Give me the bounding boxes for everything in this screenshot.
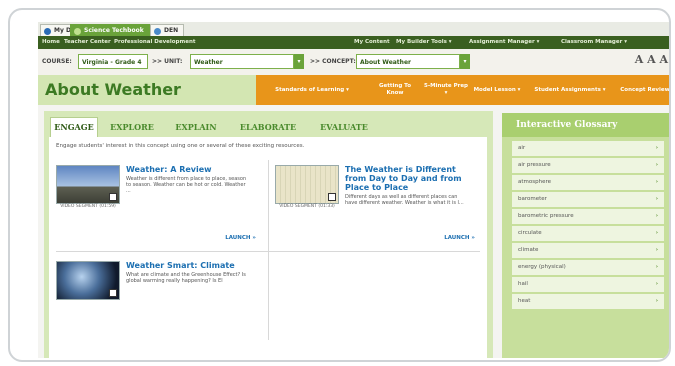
- menu-model-lesson[interactable]: Model Lesson ▾: [472, 75, 522, 105]
- tab-explain[interactable]: EXPLAIN: [166, 118, 226, 136]
- nav-professional-development[interactable]: Professional Development: [114, 36, 196, 49]
- engage-content: Engage students' interest in this concep…: [49, 137, 487, 358]
- course-selector-row: COURSE: Virginia - Grade 4 >> UNIT: Weat…: [38, 49, 669, 75]
- unit-select[interactable]: Weather: [190, 54, 294, 69]
- resource-description: What are climate and the Greenhouse Effe…: [126, 272, 246, 284]
- font-size-control[interactable]: A A A: [635, 53, 668, 66]
- page-title: About Weather: [45, 80, 181, 99]
- unit-dropdown-button[interactable]: ▾: [294, 54, 304, 69]
- chevron-right-icon: ›: [655, 145, 658, 151]
- menu-getting-to-know[interactable]: Getting To Know: [370, 75, 420, 105]
- menu-5-minute-prep[interactable]: 5-Minute Prep ▾: [422, 75, 470, 105]
- tab-evaluate[interactable]: EVALUATE: [310, 118, 378, 136]
- leaf-icon: [74, 27, 81, 35]
- concept-label: >> CONCEPT:: [310, 58, 356, 65]
- tab-engage[interactable]: ENGAGE: [50, 117, 98, 138]
- launch-link[interactable]: LAUNCH »: [225, 235, 256, 241]
- nav-assignment-manager[interactable]: Assignment Manager ▾: [469, 36, 539, 49]
- screenshot-frame: My DE Science Techbook DEN Home Teacher …: [8, 8, 671, 362]
- menu-standards-of-learning[interactable]: Standards of Learning ▾: [256, 75, 368, 105]
- resource-card: VIDEO SEGMENT (01:59) Weather: A Review …: [56, 165, 266, 255]
- glossary-item[interactable]: barometric pressure ›: [512, 209, 664, 224]
- resource-card: Weather Smart: Climate What are climate …: [56, 261, 266, 351]
- play-icon: [328, 193, 336, 201]
- glossary-item[interactable]: air ›: [512, 141, 664, 156]
- resource-description: Weather is different from place to place…: [126, 176, 247, 194]
- nav-teacher-center[interactable]: Teacher Center: [64, 36, 111, 49]
- glossary-item[interactable]: hail ›: [512, 277, 664, 292]
- video-thumbnail[interactable]: [56, 165, 120, 204]
- chevron-right-icon: ›: [655, 298, 658, 304]
- course-label: COURSE:: [42, 58, 72, 65]
- chevron-right-icon: ›: [655, 230, 658, 236]
- glossary-title: Interactive Glossary: [502, 113, 669, 137]
- divider: [268, 160, 269, 340]
- intro-text: Engage students' interest in this concep…: [56, 143, 305, 149]
- people-icon: [154, 27, 161, 35]
- resource-title[interactable]: The Weather is Different from Day to Day…: [345, 165, 475, 192]
- glossary-item[interactable]: climate ›: [512, 243, 664, 258]
- play-icon: [109, 193, 117, 201]
- glossary-item[interactable]: air pressure ›: [512, 158, 664, 173]
- unit-label: >> UNIT:: [152, 58, 183, 65]
- tab-explore[interactable]: EXPLORE: [102, 118, 162, 136]
- resource-title[interactable]: Weather Smart: Climate: [126, 261, 256, 270]
- tab-elaborate[interactable]: ELABORATE: [230, 118, 306, 136]
- chevron-right-icon: ›: [655, 281, 658, 287]
- chevron-right-icon: ›: [655, 264, 658, 270]
- glossary-item[interactable]: atmosphere ›: [512, 175, 664, 190]
- nav-my-content[interactable]: My Content: [354, 36, 390, 49]
- video-label: VIDEO SEGMENT (01:33): [279, 204, 335, 209]
- resource-title[interactable]: Weather: A Review: [126, 165, 256, 174]
- nav-classroom-manager[interactable]: Classroom Manager ▾: [561, 36, 627, 49]
- glossary-item[interactable]: circulate ›: [512, 226, 664, 241]
- launch-link[interactable]: LAUNCH »: [444, 235, 475, 241]
- resource-card: VIDEO SEGMENT (01:33) The Weather is Dif…: [275, 165, 485, 255]
- glossary-item[interactable]: barometer ›: [512, 192, 664, 207]
- concept-menu: Standards of Learning ▾ Getting To Know …: [256, 75, 669, 105]
- video-thumbnail[interactable]: [275, 165, 339, 204]
- video-label: VIDEO SEGMENT (01:59): [60, 204, 116, 209]
- menu-student-assignments[interactable]: Student Assignments ▾: [524, 75, 616, 105]
- tab-bar: My DE Science Techbook DEN: [38, 22, 669, 37]
- glossary-item[interactable]: energy (physical) ›: [512, 260, 664, 275]
- nav-builder-tools[interactable]: My Builder Tools ▾: [396, 36, 452, 49]
- menu-concept-review[interactable]: Concept Review: [618, 75, 669, 105]
- globe-icon: [44, 27, 51, 35]
- title-row: About Weather Standards of Learning ▾ Ge…: [38, 75, 669, 105]
- interactive-glossary: Interactive Glossary air › air pressure › …: [502, 113, 669, 358]
- play-icon: [109, 289, 117, 297]
- chevron-right-icon: ›: [655, 247, 658, 253]
- chevron-right-icon: ›: [655, 179, 658, 185]
- chevron-right-icon: ›: [655, 196, 658, 202]
- engage-panel: ENGAGE EXPLORE EXPLAIN ELABORATE EVALUAT…: [44, 111, 493, 358]
- video-thumbnail[interactable]: [56, 261, 120, 300]
- concept-dropdown-button[interactable]: ▾: [460, 54, 470, 69]
- glossary-item[interactable]: heat ›: [512, 294, 664, 309]
- app-window: My DE Science Techbook DEN Home Teacher …: [38, 22, 669, 358]
- concept-select[interactable]: About Weather: [356, 54, 460, 69]
- chevron-right-icon: ›: [655, 162, 658, 168]
- course-select[interactable]: Virginia - Grade 4: [78, 54, 148, 69]
- main-nav: Home Teacher Center Professional Develop…: [38, 36, 669, 49]
- nav-home[interactable]: Home: [42, 36, 60, 49]
- chevron-right-icon: ›: [655, 213, 658, 219]
- resource-description: Different days as well as different plac…: [345, 194, 464, 206]
